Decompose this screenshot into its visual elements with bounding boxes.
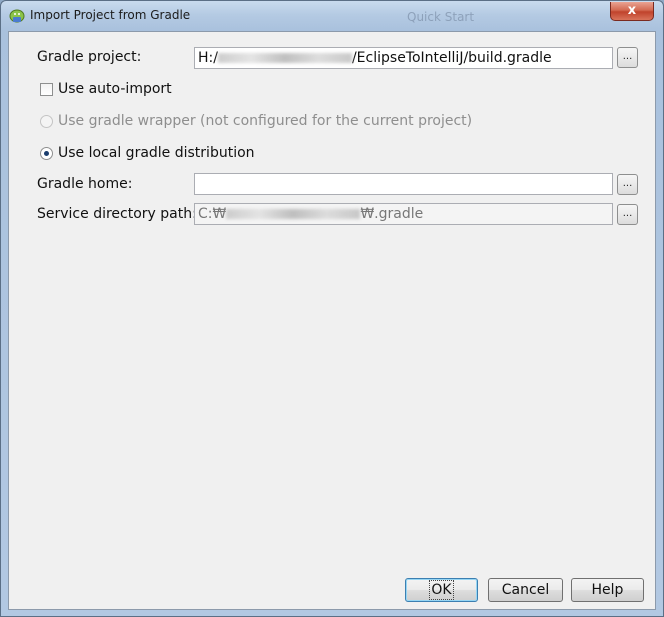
dialog-window: Import Project from Gradle Quick Start x…	[0, 0, 664, 617]
redacted-path-segment	[226, 209, 361, 219]
gradle-project-browse-button[interactable]: ...	[617, 47, 638, 68]
gradle-home-browse-button[interactable]: ...	[617, 174, 638, 195]
use-local-label[interactable]: Use local gradle distribution	[58, 145, 255, 161]
use-wrapper-radio[interactable]	[40, 115, 53, 128]
android-studio-icon	[9, 9, 25, 23]
service-directory-path-end: ₩.gradle	[360, 206, 424, 222]
gradle-project-label: Gradle project:	[37, 49, 142, 65]
window-title: Import Project from Gradle	[30, 8, 191, 22]
close-button[interactable]: x	[610, 2, 654, 21]
use-wrapper-label: Use gradle wrapper (not configured for t…	[58, 113, 473, 129]
gradle-home-label: Gradle home:	[37, 176, 133, 192]
redacted-path-segment	[217, 53, 352, 63]
service-directory-browse-button[interactable]: ...	[617, 204, 638, 225]
gradle-project-path-start: H:/	[198, 50, 218, 66]
help-button[interactable]: Help	[571, 578, 644, 602]
background-window-title: Quick Start	[407, 10, 475, 24]
service-directory-label: Service directory path:	[37, 206, 197, 222]
gradle-project-path-end: /EclipseToIntelliJ/build.gradle	[351, 50, 552, 66]
radio-selected-dot	[44, 151, 49, 156]
ok-button[interactable]: OK	[405, 578, 478, 602]
close-icon: x	[627, 3, 637, 18]
service-directory-field[interactable]: C:₩ ₩.gradle	[194, 203, 613, 225]
gradle-project-field[interactable]: H:/ /EclipseToIntelliJ/build.gradle	[194, 47, 613, 69]
ok-button-label: OK	[429, 580, 454, 600]
auto-import-label[interactable]: Use auto-import	[58, 81, 172, 97]
dialog-content: Gradle project: H:/ /EclipseToIntelliJ/bu…	[8, 31, 656, 610]
auto-import-checkbox[interactable]	[40, 83, 53, 96]
service-directory-path-start: C:₩	[198, 206, 227, 222]
title-bar[interactable]: Import Project from Gradle Quick Start x	[1, 1, 663, 31]
use-local-radio[interactable]	[40, 147, 53, 160]
gradle-home-field[interactable]	[194, 173, 613, 195]
cancel-button[interactable]: Cancel	[488, 578, 563, 602]
